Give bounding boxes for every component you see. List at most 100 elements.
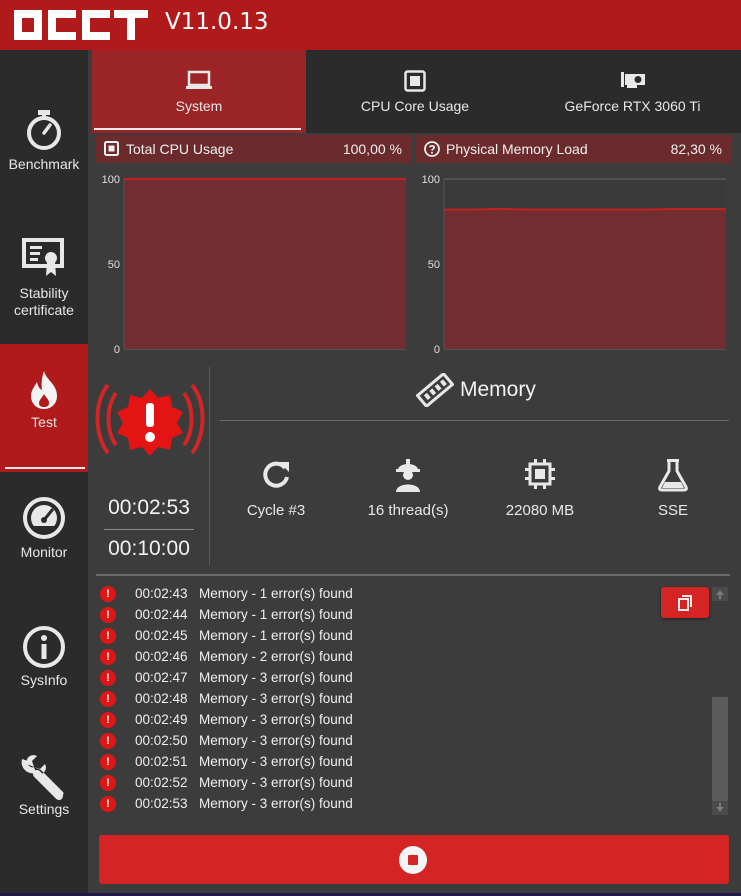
stop-test-button[interactable]	[99, 835, 729, 884]
log-time: 00:02:47	[135, 670, 188, 685]
test-name: Memory	[460, 378, 536, 401]
sidebar-item-stability-certificate[interactable]: Stability certificate	[0, 218, 88, 346]
sidebar-item-test[interactable]: Test	[0, 344, 88, 472]
section-divider	[96, 574, 730, 576]
log-message: Memory - 3 error(s) found	[199, 796, 353, 811]
log-entry: 00:02:51 Memory - 3 error(s) found	[96, 752, 696, 773]
log-message: Memory - 3 error(s) found	[199, 691, 353, 706]
log-entry: 00:02:43 Memory - 1 error(s) found	[96, 584, 696, 605]
error-icon	[100, 607, 116, 623]
tab-gpu[interactable]: GeForce RTX 3060 Ti	[524, 50, 741, 133]
flame-icon	[0, 370, 88, 413]
stat-label: Cycle #3	[246, 502, 306, 519]
sidebar-item-sysinfo[interactable]: SysInfo	[0, 602, 88, 730]
arrow-down-icon	[716, 803, 724, 812]
tab-label: GeForce RTX 3060 Ti	[564, 98, 701, 114]
y-tick-label: 0	[434, 344, 440, 356]
log-time: 00:02:43	[135, 586, 188, 601]
log-time: 00:02:45	[135, 628, 188, 643]
chart-plot: 100 50 0	[102, 174, 407, 356]
log-entry: 00:02:50 Memory - 3 error(s) found	[96, 731, 696, 752]
certificate-icon	[0, 238, 88, 281]
scroll-down-button[interactable]	[712, 801, 728, 815]
error-icon	[100, 754, 116, 770]
sidebar-item-label: SysInfo	[20, 672, 68, 688]
copy-log-button[interactable]	[661, 587, 709, 618]
log-entry: 00:02:53 Memory - 3 error(s) found	[96, 794, 696, 815]
y-tick-label: 100	[102, 174, 120, 186]
title-bar: V11.0.13	[0, 0, 741, 50]
stat-label: 16 thread(s)	[367, 502, 449, 519]
app-version: V11.0.13	[165, 9, 269, 35]
series-line	[444, 207, 726, 211]
log-time: 00:02:50	[135, 733, 188, 748]
log-entry: 00:02:47 Memory - 3 error(s) found	[96, 668, 696, 689]
active-indicator	[5, 467, 85, 469]
log-message: Memory - 3 error(s) found	[199, 670, 353, 685]
chart-header: Physical Memory Load 82,30 %	[416, 135, 732, 163]
log-scrollbar-thumb[interactable]	[712, 697, 728, 801]
vertical-divider	[209, 367, 210, 565]
error-icon	[100, 733, 116, 749]
log-time: 00:02:49	[135, 712, 188, 727]
memory-stick-icon	[416, 373, 454, 407]
sidebar-item-label: Settings	[18, 801, 70, 817]
flask-icon	[608, 458, 738, 492]
tab-bar: System CPU Core Usage GeForce RTX 3060 T…	[92, 50, 741, 133]
sidebar-item-label: Stability certificate	[14, 285, 74, 318]
stat-memory-size: 22080 MB	[475, 458, 605, 519]
wrench-icon	[0, 754, 88, 803]
chart-title: Total CPU Usage	[126, 141, 234, 157]
error-icon	[100, 670, 116, 686]
y-tick-label: 50	[428, 259, 440, 271]
app-logo	[14, 10, 148, 40]
log-message: Memory - 3 error(s) found	[199, 775, 353, 790]
log-time: 00:02:51	[135, 754, 188, 769]
gpu-icon	[524, 70, 741, 93]
log-message: Memory - 3 error(s) found	[199, 754, 353, 769]
info-icon	[0, 625, 88, 672]
sidebar-item-benchmark[interactable]: Benchmark	[0, 90, 88, 218]
stat-threads: 16 thread(s)	[343, 458, 473, 519]
laptop-icon	[92, 70, 306, 93]
cpu-square-icon	[306, 70, 524, 95]
log-time: 00:02:44	[135, 607, 188, 622]
log-message: Memory - 1 error(s) found	[199, 586, 353, 601]
copy-icon	[678, 595, 692, 611]
chart-title: Physical Memory Load	[446, 141, 588, 157]
error-log: 00:02:43Memory - 1 error(s) found00:02:4…	[96, 584, 706, 824]
error-icon	[100, 586, 116, 602]
sidebar-item-settings[interactable]: Settings	[0, 730, 88, 858]
error-icon	[100, 796, 116, 812]
refresh-icon	[211, 458, 341, 492]
tab-cpu-core-usage[interactable]: CPU Core Usage	[306, 50, 524, 133]
sidebar-item-label: Benchmark	[8, 156, 80, 172]
log-message: Memory - 1 error(s) found	[199, 607, 353, 622]
error-badge-icon	[95, 383, 205, 456]
arrow-up-icon	[716, 590, 724, 599]
scroll-up-button[interactable]	[712, 587, 728, 601]
stat-label: 22080 MB	[505, 502, 575, 519]
tab-label: System	[175, 98, 223, 114]
sidebar-item-monitor[interactable]: Monitor	[0, 474, 88, 602]
y-tick-label: 100	[422, 174, 440, 186]
y-tick-label: 50	[108, 259, 120, 271]
log-message: Memory - 2 error(s) found	[199, 649, 353, 664]
help-circle-icon	[424, 141, 440, 160]
stopwatch-icon	[0, 108, 88, 155]
elapsed-time: 00:02:53	[108, 496, 190, 519]
series-area	[444, 208, 726, 349]
stat-instruction-set: SSE	[608, 458, 738, 519]
error-icon	[100, 628, 116, 644]
tab-system[interactable]: System	[92, 50, 306, 133]
y-tick-label: 0	[114, 344, 120, 356]
chart-physical-memory-load: Physical Memory Load 82,30 % 100 50 0	[416, 135, 732, 360]
error-icon	[100, 691, 116, 707]
log-message: Memory - 3 error(s) found	[199, 733, 353, 748]
error-icon	[100, 712, 116, 728]
series-area	[124, 179, 406, 349]
log-time: 00:02:53	[135, 796, 188, 811]
log-message: Memory - 1 error(s) found	[199, 628, 353, 643]
stat-cycle: Cycle #3	[211, 458, 341, 519]
sidebar: Benchmark Stability certificate Test Mon…	[0, 50, 88, 896]
